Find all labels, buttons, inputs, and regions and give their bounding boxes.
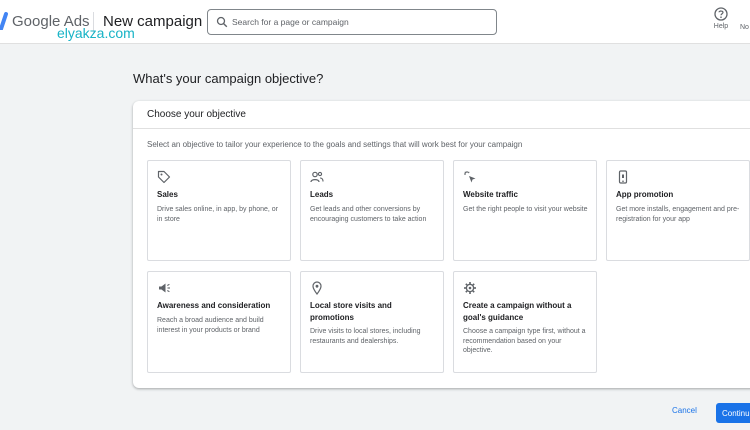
objective-description: Reach a broad audience and build interes…: [157, 317, 264, 334]
intro-text: Select an objective to tailor your exper…: [147, 140, 523, 149]
objective-title: Create a campaign without a goal's guida…: [463, 301, 572, 322]
objective-title: Awareness and consideration: [157, 301, 271, 310]
objective-title: Leads: [310, 190, 334, 199]
card-title: Choose your objective: [147, 109, 246, 120]
phone-icon: [618, 170, 628, 184]
top-bar: Google Ads New campaign elyakza.com Help…: [0, 0, 750, 44]
objective-description: Get more installs, engagement and pre-re…: [616, 206, 740, 223]
search-input[interactable]: [232, 13, 490, 31]
objective-sales[interactable]: Sales Drive sales online, in app, by pho…: [147, 160, 291, 261]
objective-leads[interactable]: Leads Get leads and other conversions by…: [300, 160, 444, 261]
search-box[interactable]: [207, 9, 497, 35]
objective-card: Choose your objective Select an objectiv…: [133, 101, 750, 388]
tag-icon: [157, 170, 171, 184]
megaphone-icon: [159, 283, 170, 293]
objective-heading: What's your campaign objective?: [133, 71, 324, 86]
objective-title: App promotion: [616, 190, 674, 199]
people-icon: [310, 171, 324, 183]
help-button[interactable]: Help: [706, 7, 736, 37]
objective-no-guidance[interactable]: Create a campaign without a goal's guida…: [453, 271, 597, 373]
cancel-button[interactable]: Cancel: [672, 406, 697, 415]
card-header: Choose your objective: [133, 101, 750, 129]
objective-app-promotion[interactable]: App promotion Get more installs, engagem…: [606, 160, 750, 261]
objective-description: Drive sales online, in app, by phone, or…: [157, 206, 279, 223]
google-ads-logo-icon: [0, 12, 8, 30]
objective-awareness[interactable]: Awareness and consideration Reach a broa…: [147, 271, 291, 373]
objective-title: Sales: [157, 190, 178, 199]
objective-local-store-visits[interactable]: Local store visits and promotions Drive …: [300, 271, 444, 373]
objective-description: Get the right people to visit your websi…: [463, 206, 588, 213]
objective-website-traffic[interactable]: Website traffic Get the right people to …: [453, 160, 597, 261]
cursor-click-icon: [464, 171, 476, 183]
location-pin-icon: [312, 281, 322, 295]
search-icon: [216, 16, 228, 28]
objective-description: Get leads and other conversions by encou…: [310, 206, 427, 223]
continue-button[interactable]: Continue: [716, 403, 750, 423]
help-label: Help: [713, 23, 729, 30]
watermark: elyakza.com: [57, 25, 135, 41]
help-icon: [714, 7, 728, 21]
objective-description: Drive visits to local stores, including …: [310, 328, 421, 345]
objective-title: Website traffic: [463, 190, 518, 199]
notifications-label[interactable]: No: [740, 24, 749, 31]
objective-description: Choose a campaign type first, without a …: [463, 328, 586, 354]
objective-title: Local store visits and promotions: [310, 301, 392, 322]
gear-icon: [464, 282, 476, 294]
